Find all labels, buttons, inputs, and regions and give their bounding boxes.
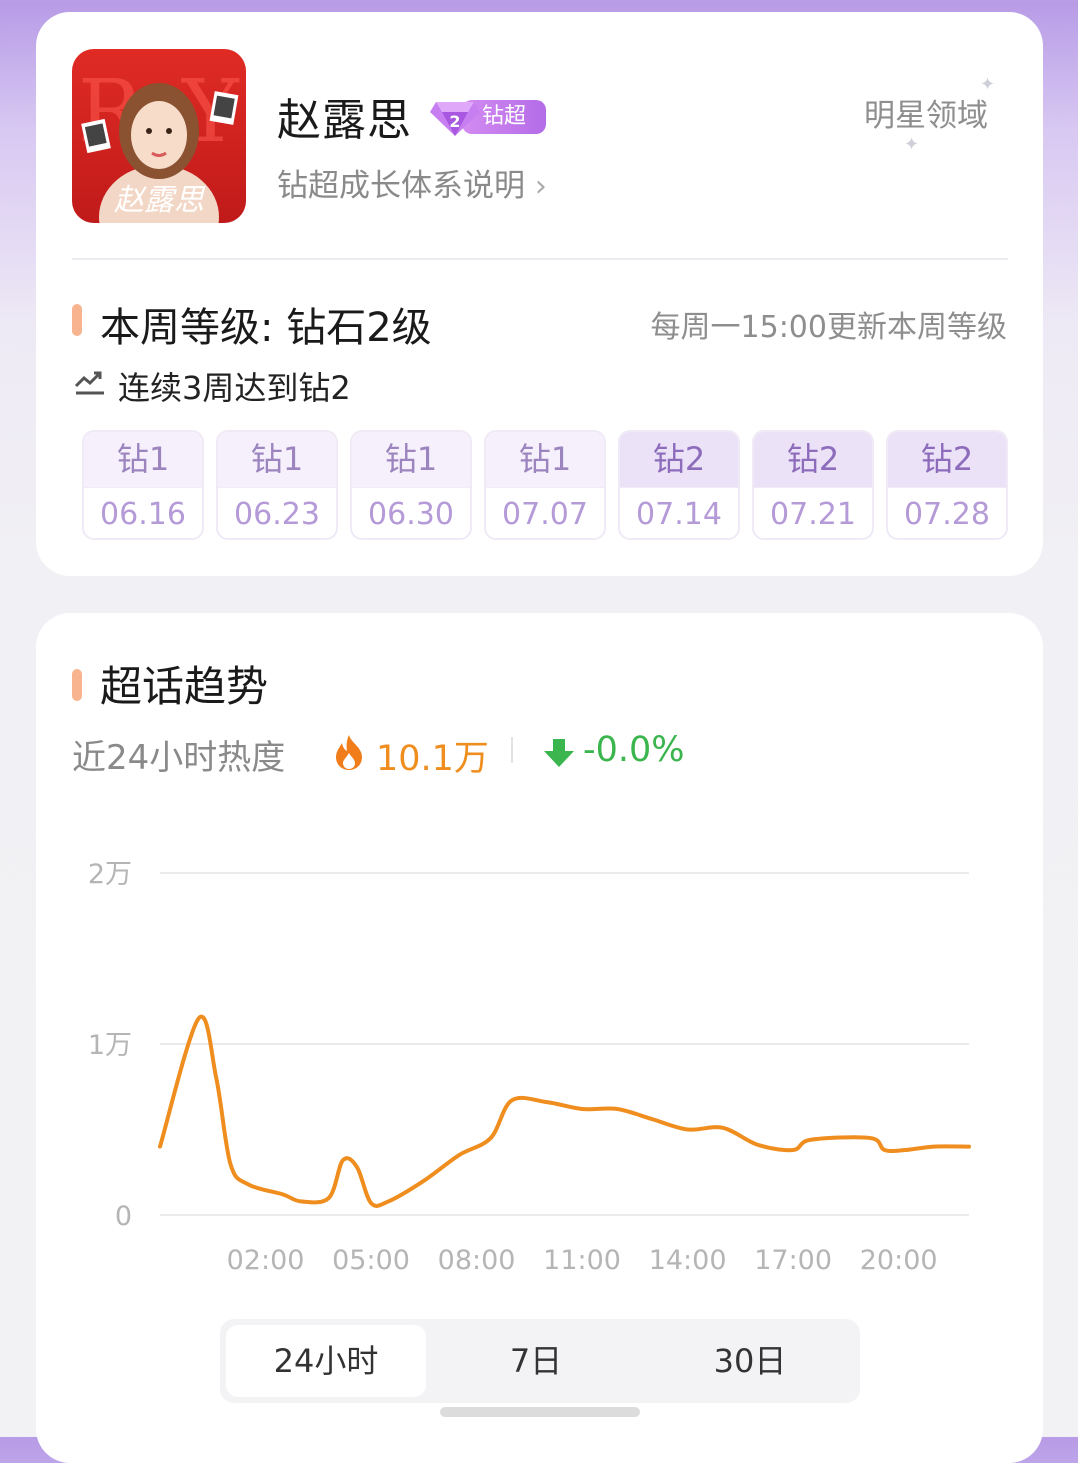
divider bbox=[72, 258, 1008, 260]
avatar-caption: 赵露思 bbox=[114, 183, 204, 218]
heat-series-line bbox=[158, 1014, 971, 1208]
week-level-box: 钻1 07.07 bbox=[484, 430, 606, 540]
change-value: -0.0% bbox=[583, 730, 685, 770]
week-date: 07.07 bbox=[486, 487, 604, 538]
heat-label: 近24小时热度 bbox=[72, 738, 286, 778]
week-level: 钻2 bbox=[754, 432, 872, 487]
trend-title: 超话趋势 bbox=[100, 662, 269, 711]
diamond-badge[interactable]: 钻超 2 bbox=[430, 96, 546, 136]
week-level: 钻2 bbox=[620, 432, 738, 487]
x-tick-label: 14:00 bbox=[649, 1245, 727, 1276]
svg-text:2: 2 bbox=[449, 112, 460, 131]
star-level-card: R Y 赵露思 赵露思 钻超 2 钻超成长体系说明 › 明星领域 ✦ ✦ 本周等… bbox=[36, 12, 1043, 576]
update-note: 每周一15:00更新本周等级 bbox=[650, 310, 1007, 345]
week-date: 07.28 bbox=[888, 487, 1006, 538]
star-name: 赵露思 bbox=[277, 95, 412, 146]
week-date: 06.16 bbox=[84, 487, 202, 538]
topic-trend-card: 超话趋势 近24小时热度 10.1万 -0.0% 0 1万 2万 02:00 05:0… bbox=[36, 613, 1043, 1463]
avatar[interactable]: R Y 赵露思 bbox=[72, 49, 246, 223]
week-date: 06.23 bbox=[218, 487, 336, 538]
section-accent-bar bbox=[72, 304, 82, 336]
growth-system-link[interactable]: 钻超成长体系说明 › bbox=[277, 160, 547, 205]
fire-icon bbox=[336, 735, 362, 770]
home-indicator bbox=[440, 1407, 640, 1417]
week-level: 钻1 bbox=[84, 432, 202, 487]
x-tick-label: 20:00 bbox=[860, 1245, 938, 1276]
week-level-box: 钻1 06.23 bbox=[216, 430, 338, 540]
y-tick-label: 1万 bbox=[88, 1030, 132, 1061]
growth-link-label: 钻超成长体系说明 bbox=[277, 168, 525, 204]
week-level-box: 钻1 06.16 bbox=[82, 430, 204, 540]
x-tick-label: 08:00 bbox=[438, 1245, 516, 1276]
x-tick-label: 05:00 bbox=[332, 1245, 410, 1276]
week-date: 06.30 bbox=[352, 487, 470, 538]
star-domain-link[interactable]: 明星领域 bbox=[864, 90, 988, 135]
heat-value: 10.1万 bbox=[376, 739, 489, 779]
divider bbox=[511, 737, 513, 763]
sparkle-icon: ✦ bbox=[904, 134, 920, 155]
section-accent-bar bbox=[72, 669, 82, 701]
chevron-right-icon: › bbox=[534, 169, 547, 204]
time-range-tabs: 24小时 7日 30日 bbox=[220, 1319, 860, 1403]
week-level-box: 钻2 07.14 bbox=[618, 430, 740, 540]
y-tick-label: 0 bbox=[115, 1201, 132, 1232]
streak-text: 连续3周达到钻2 bbox=[118, 369, 351, 407]
week-level-box: 钻2 07.21 bbox=[752, 430, 874, 540]
tab-30d[interactable]: 30日 bbox=[650, 1325, 850, 1397]
week-level: 钻2 bbox=[888, 432, 1006, 487]
y-tick-label: 2万 bbox=[88, 859, 132, 890]
tab-7d[interactable]: 7日 bbox=[436, 1325, 636, 1397]
x-tick-label: 02:00 bbox=[227, 1245, 305, 1276]
trend-up-icon bbox=[74, 371, 104, 395]
x-tick-label: 11:00 bbox=[543, 1245, 621, 1276]
week-level: 钻1 bbox=[486, 432, 604, 487]
week-level-box: 钻1 06.30 bbox=[350, 430, 472, 540]
week-date: 07.14 bbox=[620, 487, 738, 538]
week-level: 钻1 bbox=[218, 432, 336, 487]
x-tick-label: 17:00 bbox=[754, 1245, 832, 1276]
heat-line-chart: 0 1万 2万 02:00 05:00 08:00 11:00 14:00 17:00 20:0… bbox=[88, 859, 971, 1276]
weekly-level-title: 本周等级: 钻石2级 bbox=[100, 305, 432, 351]
week-level-box: 钻2 07.28 bbox=[886, 430, 1008, 540]
sparkle-icon: ✦ bbox=[980, 74, 996, 95]
diamond-icon: 2 bbox=[430, 102, 480, 136]
week-level: 钻1 bbox=[352, 432, 470, 487]
tab-24h[interactable]: 24小时 bbox=[226, 1325, 426, 1397]
week-date: 07.21 bbox=[754, 487, 872, 538]
arrow-down-icon bbox=[544, 739, 574, 767]
